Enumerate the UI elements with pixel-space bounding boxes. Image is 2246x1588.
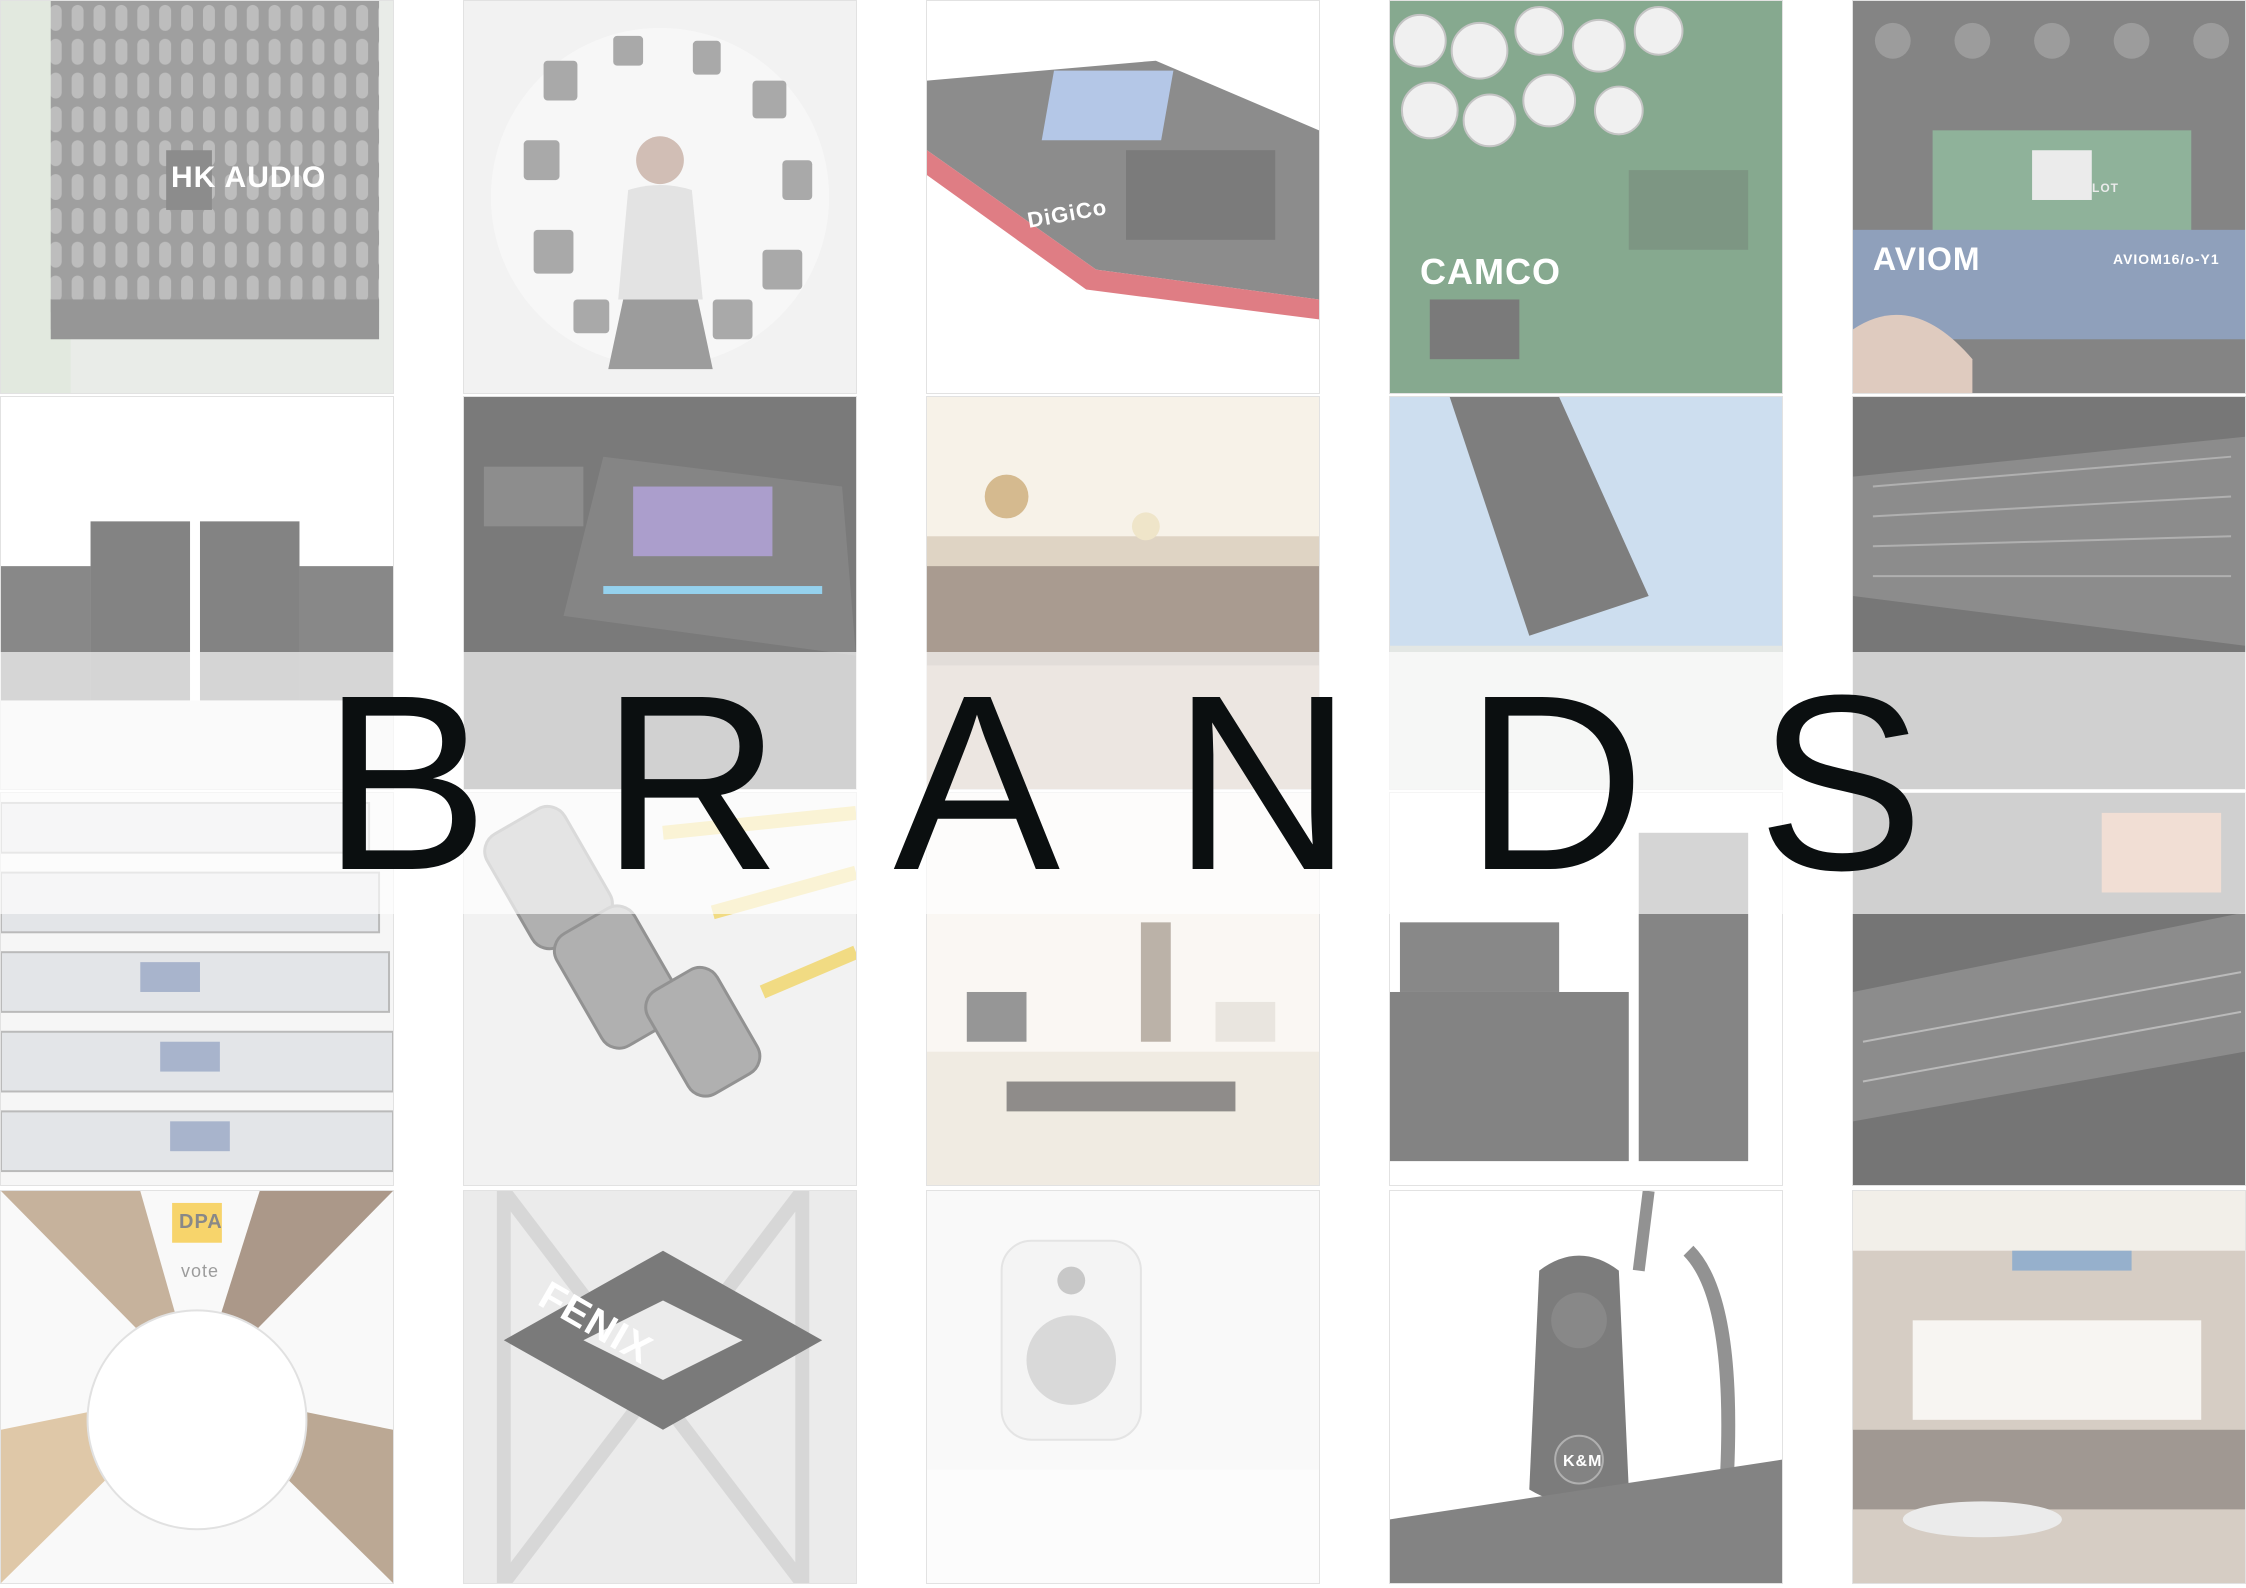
dpa-product-label: vote bbox=[181, 1261, 220, 1281]
tile-aviom-card: AVIOM AVIOM16/o-Y1 SLOT bbox=[1852, 0, 2246, 394]
hk-audio-logo: HK AUDIO bbox=[171, 161, 327, 194]
digico-console-image bbox=[927, 1, 1319, 393]
tile-digico-console: DiGiCo bbox=[926, 0, 1320, 394]
tile-camco-amplifier-board: CAMCO bbox=[1389, 0, 1783, 394]
km-mic-clamp-image bbox=[1390, 1191, 1782, 1583]
genelec-monitor-image bbox=[927, 1191, 1319, 1583]
tile-km-mic-clamp: K&M bbox=[1389, 1190, 1783, 1584]
camco-logo: CAMCO bbox=[1420, 251, 1561, 292]
slot-label: SLOT bbox=[2083, 181, 2119, 195]
acoustic-living-room-image bbox=[1853, 1191, 2245, 1583]
dpa-microphones-image bbox=[1, 1191, 393, 1583]
tile-dpa-microphones: DPA vote bbox=[0, 1190, 394, 1584]
dpa-logo: DPA bbox=[179, 1211, 223, 1233]
camco-board-image bbox=[1390, 1, 1782, 393]
speaker-sphere-image bbox=[464, 1, 856, 393]
aviom-model-label: AVIOM16/o-Y1 bbox=[2113, 251, 2220, 267]
truss-system-image bbox=[464, 1191, 856, 1583]
km-logo: K&M bbox=[1563, 1453, 1603, 1470]
aviom-logo: AVIOM bbox=[1873, 241, 1981, 277]
tile-hk-audio-speaker: HK AUDIO bbox=[0, 0, 394, 394]
hk-audio-speaker-image bbox=[1, 1, 393, 393]
page-title: BRANDS bbox=[322, 643, 2036, 922]
tile-speaker-sphere-portrait bbox=[463, 0, 857, 394]
aviom-card-image bbox=[1853, 1, 2245, 393]
tile-genelec-monitor bbox=[926, 1190, 1320, 1584]
tile-acoustic-living-room bbox=[1852, 1190, 2246, 1584]
tile-truss-system: FENIX bbox=[463, 1190, 857, 1584]
